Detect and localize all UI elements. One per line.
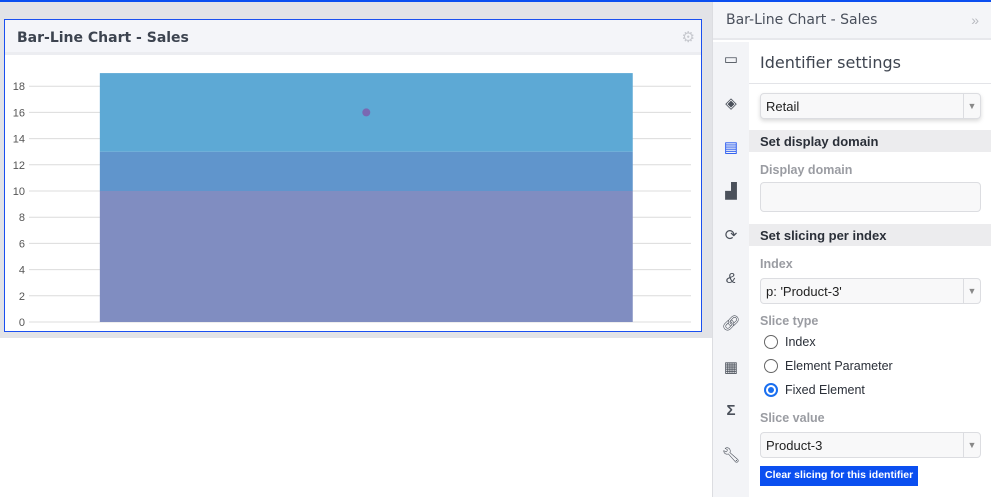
index-select[interactable]: p: 'Product-3' ▼ [760,278,981,304]
slicing-header: Set slicing per index [749,224,991,246]
dropdown-arrow-icon: ▼ [963,279,980,303]
radio-button[interactable] [764,359,778,373]
wrench-icon[interactable]: 🔧︎ [713,446,749,464]
identifier-select-value: Retail [766,99,800,114]
line-point [362,108,371,117]
refresh-icon[interactable]: ⟳ [713,226,749,244]
chart-widget[interactable]: Bar-Line Chart - Sales ⚙ 0 2 4 6 8 10 12 14 16 18 [4,19,702,332]
dropdown-arrow-icon: ▼ [963,433,980,457]
radio-label: Fixed Element [785,383,865,397]
document-icon[interactable]: ▤ [713,138,749,156]
widget-header: Bar-Line Chart - Sales ⚙ [5,20,701,55]
display-domain-label: Display domain [760,163,853,177]
display-domain-header: Set display domain [749,130,991,152]
radio-element-parameter[interactable]: Element Parameter [764,359,893,373]
empty-area [0,338,712,497]
clear-slicing-button[interactable]: Clear slicing for this identifier [760,466,919,486]
y-tick-label: 12 [13,160,25,172]
bar-segment [99,151,633,191]
radio-label: Index [785,335,816,349]
display-domain-input[interactable] [760,182,981,212]
settings-panel: Bar-Line Chart - Sales » ▭ ◈ ▤ ▟ ⟳ & 🔗︎ … [712,2,991,497]
link-icon[interactable]: 🔗︎ [713,314,749,332]
radio-button[interactable] [764,383,778,397]
y-tick-label: 8 [19,212,25,224]
radio-button[interactable] [764,335,778,349]
bar-segment [99,191,633,322]
radio-index[interactable]: Index [764,335,816,349]
dropdown-arrow-icon: ▼ [963,94,980,118]
slice-value-select[interactable]: Product-3 ▼ [760,432,981,458]
y-tick-label: 4 [19,265,25,277]
slice-type-label: Slice type [760,314,819,328]
section-title: Identifier settings [760,53,901,72]
widget-title: Bar-Line Chart - Sales [17,30,189,46]
identifier-select[interactable]: Retail ▼ [760,93,981,119]
y-tick-label: 16 [13,107,25,119]
y-tick-label: 10 [13,186,25,198]
layers-icon[interactable]: ◈ [713,94,749,112]
gear-icon[interactable]: ⚙ [682,28,695,46]
inbox-icon[interactable]: ▭ [713,50,749,68]
divider [749,83,991,84]
chart-growth-icon[interactable]: ▟ [713,182,749,200]
y-tick-label: 2 [19,291,25,303]
y-tick-label: 0 [19,317,25,329]
y-tick-label: 6 [19,238,25,250]
table-icon[interactable]: ▦ [713,358,749,376]
y-tick-label: 14 [13,134,25,146]
ampersand-icon[interactable]: & [713,270,749,287]
slice-value-label: Slice value [760,411,825,425]
radio-fixed-element[interactable]: Fixed Element [764,383,865,397]
y-tick-label: 18 [13,81,25,93]
panel-icon-sidebar: ▭ ◈ ▤ ▟ ⟳ & 🔗︎ ▦ Σ 🔧︎ [713,42,749,497]
panel-header: Bar-Line Chart - Sales » [713,2,991,40]
index-label: Index [760,257,793,271]
bar-line-chart: 0 2 4 6 8 10 12 14 16 18 [13,73,691,329]
double-chevron-right-icon[interactable]: » [971,12,979,28]
radio-label: Element Parameter [785,359,893,373]
panel-title: Bar-Line Chart - Sales [726,12,878,28]
sigma-icon[interactable]: Σ [713,402,749,419]
slice-value-select-value: Product-3 [766,438,823,453]
index-select-value: p: 'Product-3' [766,284,842,299]
